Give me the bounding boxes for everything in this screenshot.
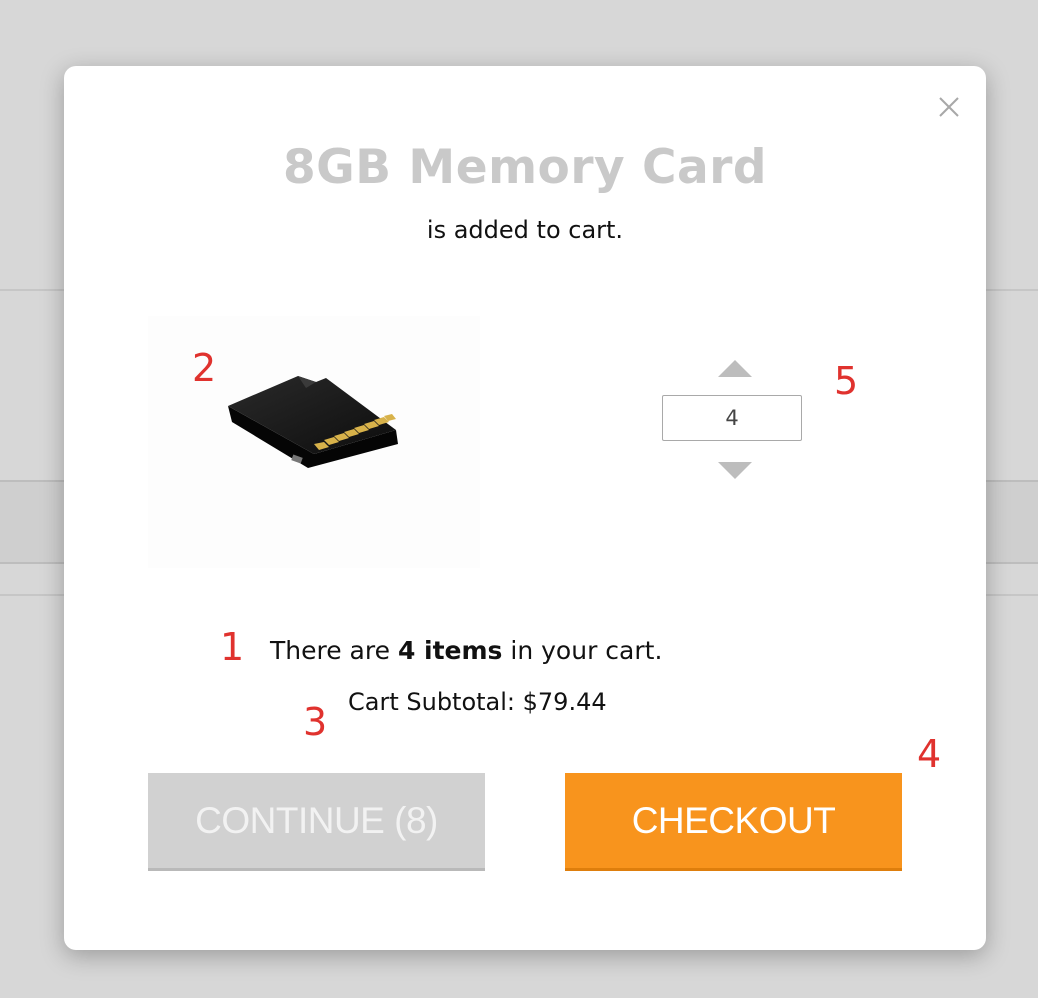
cart-count-prefix: There are bbox=[270, 636, 398, 665]
annotation-3: 3 bbox=[303, 700, 328, 744]
checkout-button[interactable]: CHECKOUT bbox=[565, 773, 902, 871]
cart-count-value: 4 items bbox=[397, 636, 503, 665]
arrow-up-icon[interactable] bbox=[718, 360, 752, 377]
quantity-stepper bbox=[660, 356, 806, 486]
annotation-4: 4 bbox=[917, 732, 942, 776]
quantity-input[interactable] bbox=[662, 395, 802, 441]
arrow-down-icon[interactable] bbox=[718, 462, 752, 479]
continue-button[interactable]: CONTINUE (8) bbox=[148, 773, 485, 871]
close-icon[interactable] bbox=[936, 94, 962, 120]
product-title: 8GB Memory Card bbox=[282, 140, 768, 195]
added-to-cart-text: is added to cart. bbox=[426, 216, 624, 244]
cart-subtotal: Cart Subtotal: $79.44 bbox=[348, 688, 607, 716]
annotation-2: 2 bbox=[192, 346, 217, 390]
annotation-5: 5 bbox=[834, 359, 859, 403]
add-to-cart-modal: 8GB Memory Card is added to cart. 4 Ther… bbox=[64, 66, 986, 950]
cart-item-count: There are 4 items in your cart. bbox=[270, 636, 662, 665]
annotation-1: 1 bbox=[220, 625, 245, 669]
cart-count-suffix: in your cart. bbox=[502, 636, 663, 665]
